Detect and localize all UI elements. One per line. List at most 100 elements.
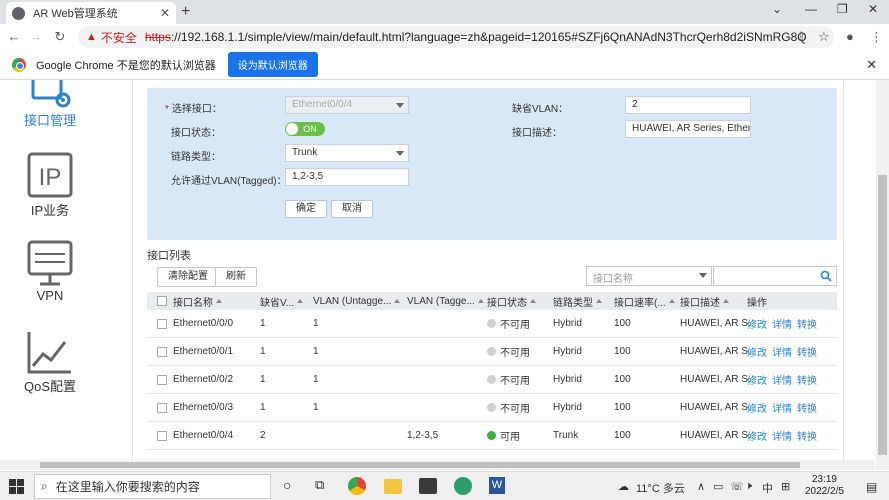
details-link[interactable]: 详情: [772, 344, 792, 359]
back-icon[interactable]: ←: [2, 29, 26, 44]
col-default-vlan[interactable]: 缺省V...: [260, 292, 310, 310]
nav-item-qos[interactable]: QoS配置: [0, 328, 100, 395]
cell-speed: 100: [614, 402, 631, 413]
vertical-scroll-thumb[interactable]: [878, 175, 887, 455]
cell-link-type: Hybrid: [553, 318, 582, 329]
row-checkbox[interactable]: [157, 310, 167, 337]
task-view-icon[interactable]: ⧉: [315, 477, 324, 493]
cell-status: 不可用: [487, 338, 530, 365]
status-toggle[interactable]: ON: [285, 122, 325, 136]
allowed-vlan-input[interactable]: 1,2-3,5: [285, 168, 409, 186]
tray-expand-icon[interactable]: ∧: [697, 480, 705, 493]
ok-button[interactable]: 确定: [285, 200, 327, 218]
cell-default-vlan: 1: [260, 402, 266, 413]
volume-icon[interactable]: 🕨: [745, 480, 752, 493]
profile-icon[interactable]: ●: [846, 29, 854, 44]
chrome-taskbar-icon[interactable]: [348, 477, 366, 495]
notification-icon[interactable]: ▤: [866, 480, 877, 494]
table-row[interactable]: Ethernet0/0/0 1 1 Hybrid 100 HUAWEI, AR S... 不…: [147, 310, 837, 338]
col-link-type[interactable]: 链路类型: [553, 292, 602, 310]
convert-link[interactable]: 转换: [797, 316, 817, 331]
new-tab-icon[interactable]: +: [181, 3, 190, 21]
table-row[interactable]: Ethernet0/0/1 1 1 Hybrid 100 HUAWEI, AR S... 不…: [147, 338, 837, 366]
edit-link[interactable]: 修改: [747, 372, 767, 387]
edge-icon[interactable]: [454, 477, 472, 495]
select-all-checkbox[interactable]: [157, 292, 167, 310]
edit-link[interactable]: 修改: [747, 428, 767, 443]
file-explorer-icon[interactable]: [384, 479, 402, 494]
description-input[interactable]: HUAWEI, AR Series, Ethernet: [625, 120, 751, 138]
edit-link[interactable]: 修改: [747, 400, 767, 415]
app-icon[interactable]: [419, 478, 437, 494]
col-description[interactable]: 接口描述: [680, 292, 729, 310]
set-default-browser-button[interactable]: 设为默认浏览器: [227, 52, 318, 77]
ime-mode-icon[interactable]: ⊞: [781, 480, 790, 493]
row-checkbox[interactable]: [157, 366, 167, 393]
cell-speed: 100: [614, 430, 631, 441]
nav-item-label: IP业务: [30, 203, 70, 218]
network-icon[interactable]: ☏: [730, 480, 744, 493]
restore-icon[interactable]: ❐: [837, 2, 848, 16]
edit-link[interactable]: 修改: [747, 344, 767, 359]
row-checkbox[interactable]: [157, 422, 167, 449]
details-link[interactable]: 详情: [772, 316, 792, 331]
tab-close-icon[interactable]: ✕: [160, 6, 170, 20]
reload-icon[interactable]: ↻: [48, 29, 72, 45]
nav-item-ip[interactable]: IP IP业务: [0, 152, 100, 219]
refresh-button[interactable]: 刷新: [215, 267, 257, 287]
minimize-icon[interactable]: —: [805, 2, 817, 16]
table-row[interactable]: Ethernet0/0/2 1 1 Hybrid 100 HUAWEI, AR S... 不…: [147, 366, 837, 394]
vertical-scrollbar[interactable]: [876, 80, 889, 470]
details-link[interactable]: 详情: [772, 428, 792, 443]
tab-search-icon[interactable]: ⌄: [772, 2, 782, 16]
taskbar-search-input[interactable]: ⌕ 在这里输入你要搜索的内容: [34, 474, 271, 499]
clear-config-button[interactable]: 清除配置: [157, 267, 219, 287]
col-interface-name[interactable]: 接口名称: [173, 292, 222, 310]
status-dot-icon: [487, 375, 496, 384]
search-input[interactable]: [713, 266, 837, 286]
table-row[interactable]: Ethernet0/0/4 2 1,2-3,5 Trunk 100 HUAWEI, AR …: [147, 422, 837, 450]
cancel-button[interactable]: 取消: [331, 200, 373, 218]
horizontal-scroll-thumb[interactable]: [40, 462, 800, 468]
details-link[interactable]: 详情: [772, 372, 792, 387]
convert-link[interactable]: 转换: [797, 400, 817, 415]
weather-text[interactable]: 11°C 多云: [636, 480, 685, 496]
convert-link[interactable]: 转换: [797, 344, 817, 359]
convert-link[interactable]: 转换: [797, 372, 817, 387]
row-checkbox[interactable]: [157, 394, 167, 421]
window-close-icon[interactable]: ✕: [868, 2, 878, 16]
system-clock[interactable]: 23:19 2022/2/5: [805, 474, 844, 498]
search-field-select[interactable]: 接口名称: [586, 266, 712, 286]
nav-item-interface[interactable]: 接口管理: [0, 80, 100, 129]
browser-tab[interactable]: AR Web管理系统 ✕: [6, 2, 176, 24]
windows-start-icon[interactable]: [9, 479, 24, 494]
status-dot-icon: [487, 403, 496, 412]
col-status[interactable]: 接口状态: [487, 292, 536, 310]
convert-link[interactable]: 转换: [797, 428, 817, 443]
search-icon[interactable]: [820, 270, 832, 282]
tray-app-icon[interactable]: ▭: [713, 480, 723, 493]
status-dot-icon: [487, 431, 496, 440]
infobar-close-icon[interactable]: ✕: [866, 57, 877, 73]
status-text: 不可用: [500, 320, 530, 331]
interface-select[interactable]: Ethernet0/0/4: [285, 96, 409, 114]
share-icon[interactable]: ⇪: [796, 29, 807, 45]
address-bar[interactable]: ▲ 不安全 https://192.168.1.1/simple/view/ma…: [78, 26, 834, 48]
edit-link[interactable]: 修改: [747, 316, 767, 331]
col-vlan-tagged[interactable]: VLAN (Tagge...: [407, 292, 483, 310]
nav-item-vpn[interactable]: VPN: [0, 240, 100, 303]
menu-icon[interactable]: ⋮: [870, 29, 883, 45]
forward-icon[interactable]: →: [24, 29, 48, 44]
col-vlan-untagged[interactable]: VLAN (Untagge...: [313, 292, 403, 310]
default-vlan-input[interactable]: 2: [625, 96, 751, 114]
bookmark-star-icon[interactable]: ☆: [818, 29, 830, 45]
link-type-select[interactable]: Trunk: [285, 144, 409, 162]
word-icon[interactable]: W: [489, 477, 505, 494]
cortana-icon[interactable]: ○: [283, 477, 291, 493]
col-speed[interactable]: 接口速率(...: [614, 292, 676, 310]
table-row[interactable]: Ethernet0/0/3 1 1 Hybrid 100 HUAWEI, AR S... 不…: [147, 394, 837, 422]
row-checkbox[interactable]: [157, 338, 167, 365]
input-method-icon[interactable]: 中: [762, 480, 773, 496]
horizontal-scrollbar[interactable]: [0, 460, 875, 470]
details-link[interactable]: 详情: [772, 400, 792, 415]
